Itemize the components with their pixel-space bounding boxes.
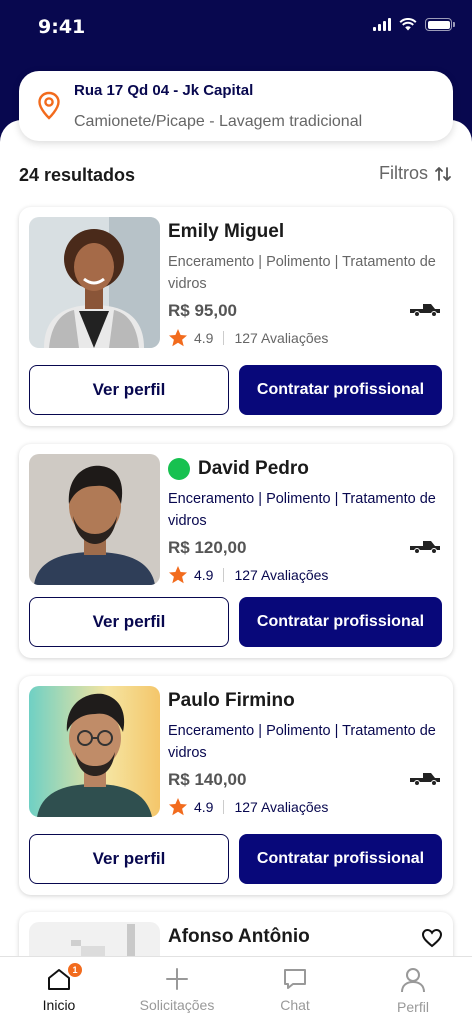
reviews-count: 127 Avaliações bbox=[234, 330, 329, 346]
plus-icon bbox=[166, 968, 188, 990]
wifi-icon bbox=[399, 18, 417, 31]
professional-card: Emily Miguel Enceramento | Polimento | T… bbox=[19, 207, 453, 426]
hire-professional-button[interactable]: Contratar profissional bbox=[239, 834, 442, 884]
name-row: Paulo Firmino bbox=[168, 690, 295, 712]
professional-name: Afonso Antônio bbox=[168, 926, 310, 947]
cellular-signal-icon bbox=[373, 18, 391, 31]
professional-price: R$ 95,00 bbox=[168, 301, 237, 320]
rating-value: 4.9 bbox=[194, 330, 214, 346]
professional-name: Emily Miguel bbox=[168, 221, 285, 242]
tab-label: Inicio bbox=[42, 997, 76, 1013]
divider bbox=[223, 331, 225, 345]
filters-button[interactable]: Filtros bbox=[379, 163, 452, 184]
professional-card: David Pedro Enceramento | Polimento | Tr… bbox=[19, 444, 453, 658]
professional-photo bbox=[29, 454, 160, 585]
chat-icon bbox=[284, 969, 306, 989]
professional-card: Paulo Firmino Enceramento | Polimento | … bbox=[19, 676, 453, 895]
tab-perfil[interactable]: Perfil bbox=[354, 957, 472, 1024]
rating-value: 4.9 bbox=[194, 567, 214, 583]
name-row: Emily Miguel bbox=[168, 221, 284, 243]
rating-row: 4.9 127 Avaliações bbox=[168, 565, 328, 585]
hire-professional-button[interactable]: Contratar profissional bbox=[239, 365, 442, 415]
star-icon bbox=[169, 798, 187, 816]
name-row: Afonso Antônio bbox=[168, 926, 310, 948]
heart-icon[interactable] bbox=[421, 928, 443, 948]
professional-price: R$ 120,00 bbox=[168, 538, 247, 557]
tab-label: Chat bbox=[280, 997, 310, 1013]
pickup-truck-icon bbox=[410, 304, 440, 317]
status-icons bbox=[373, 18, 455, 31]
status-bar: 9:41 bbox=[0, 0, 472, 54]
battery-icon bbox=[425, 18, 455, 31]
tab-inicio[interactable]: 1 Inicio bbox=[0, 957, 118, 1024]
reviews-count: 127 Avaliações bbox=[234, 799, 329, 815]
pickup-truck-icon bbox=[410, 541, 440, 554]
location-pin-icon bbox=[38, 91, 60, 120]
view-profile-button[interactable]: Ver perfil bbox=[29, 365, 229, 415]
status-time: 9:41 bbox=[38, 16, 86, 38]
pickup-truck-icon bbox=[410, 773, 440, 786]
professional-services: Enceramento | Polimento | Tratamento de … bbox=[168, 723, 436, 761]
address-card[interactable]: Rua 17 Qd 04 - Jk Capital Camionete/Pica… bbox=[19, 71, 453, 141]
professional-name: David Pedro bbox=[198, 458, 309, 479]
divider bbox=[223, 568, 225, 582]
sort-arrows-icon bbox=[435, 166, 451, 181]
user-icon bbox=[401, 968, 425, 993]
filters-label: Filtros bbox=[379, 163, 428, 183]
professional-photo bbox=[29, 217, 160, 348]
professional-services: Enceramento | Polimento | Tratamento de … bbox=[168, 254, 436, 292]
tab-chat[interactable]: Chat bbox=[236, 957, 354, 1024]
name-row: David Pedro bbox=[168, 458, 309, 480]
address-service: Camionete/Picape - Lavagem tradicional bbox=[74, 113, 363, 130]
rating-row: 4.9 127 Avaliações bbox=[168, 328, 328, 348]
star-icon bbox=[169, 329, 187, 347]
tab-label: Perfil bbox=[397, 999, 429, 1015]
rating-row: 4.9 127 Avaliações bbox=[168, 797, 328, 817]
view-profile-button[interactable]: Ver perfil bbox=[29, 597, 229, 647]
reviews-count: 127 Avaliações bbox=[234, 567, 329, 583]
results-count: 24 resultados bbox=[19, 165, 136, 185]
professional-services: Enceramento | Polimento | Tratamento de … bbox=[168, 491, 436, 529]
star-icon bbox=[169, 566, 187, 584]
professional-photo bbox=[29, 686, 160, 817]
notification-badge: 1 bbox=[68, 963, 82, 977]
online-status-dot bbox=[168, 458, 190, 480]
professional-name: Paulo Firmino bbox=[168, 690, 295, 711]
view-profile-button[interactable]: Ver perfil bbox=[29, 834, 229, 884]
divider bbox=[223, 800, 225, 814]
professional-price: R$ 140,00 bbox=[168, 770, 247, 789]
tab-label: Solicitações bbox=[139, 997, 215, 1013]
bottom-tab-bar: 1 Inicio Solicitações Chat Perfil bbox=[0, 956, 472, 1024]
hire-professional-button[interactable]: Contratar profissional bbox=[239, 597, 442, 647]
tab-solicitacoes[interactable]: Solicitações bbox=[118, 957, 236, 1024]
rating-value: 4.9 bbox=[194, 799, 214, 815]
address-title: Rua 17 Qd 04 - Jk Capital bbox=[74, 82, 254, 99]
